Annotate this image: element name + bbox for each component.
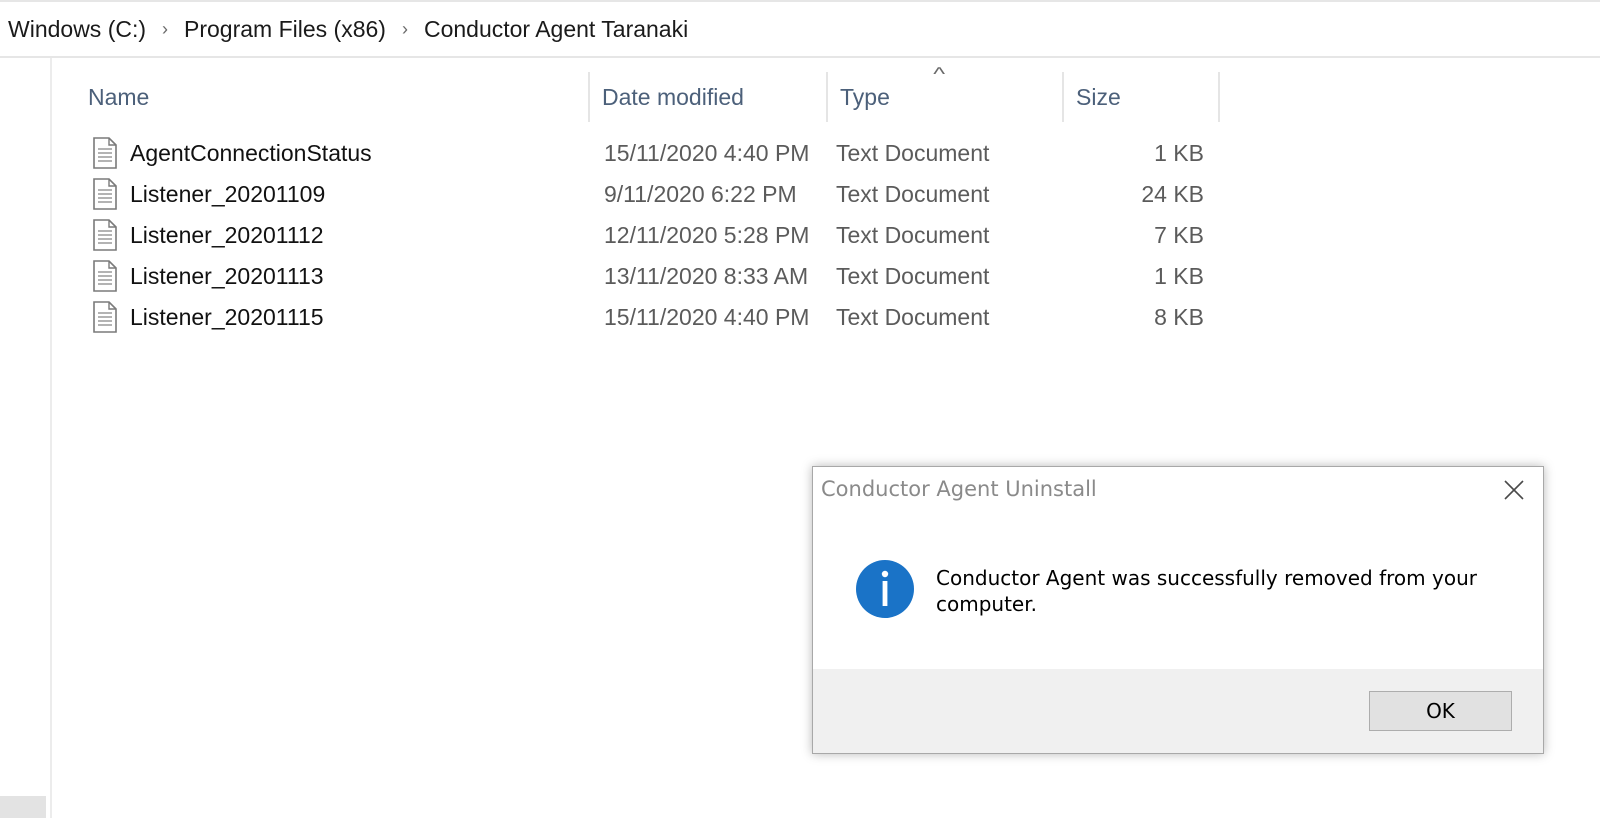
column-headers: Name Date modified Type Size xyxy=(0,72,1600,122)
breadcrumb-item-current-folder[interactable]: Conductor Agent Taranaki xyxy=(422,16,690,43)
uninstall-dialog: Conductor Agent Uninstall Conductor Agen… xyxy=(812,466,1544,754)
file-type: Text Document xyxy=(836,221,990,248)
file-row[interactable]: Listener_20201109 9/11/2020 6:22 PM Text… xyxy=(86,174,1216,214)
file-name: Listener_20201113 xyxy=(130,262,324,289)
column-header-size[interactable]: Size xyxy=(1064,72,1218,122)
column-header-size-label: Size xyxy=(1076,83,1121,110)
file-date-modified: 9/11/2020 6:22 PM xyxy=(604,180,797,207)
file-row[interactable]: Listener_20201112 12/11/2020 5:28 PM Tex… xyxy=(86,215,1216,255)
navigation-pane xyxy=(0,58,52,818)
dialog-close-button[interactable] xyxy=(1485,467,1543,513)
file-size: 1 KB xyxy=(1154,139,1204,166)
file-date-modified: 13/11/2020 8:33 AM xyxy=(604,262,809,289)
dialog-title: Conductor Agent Uninstall xyxy=(821,477,1097,501)
chevron-right-icon[interactable]: › xyxy=(148,19,182,40)
breadcrumb-item-program-files[interactable]: Program Files (x86) xyxy=(182,16,388,43)
text-document-icon xyxy=(93,260,117,292)
text-document-icon xyxy=(93,301,117,333)
file-name: Listener_20201109 xyxy=(130,180,326,207)
close-icon xyxy=(1504,480,1524,500)
file-size: 24 KB xyxy=(1141,180,1204,207)
file-name: Listener_20201115 xyxy=(130,303,324,330)
ok-button-label: OK xyxy=(1426,699,1455,723)
dialog-message: Conductor Agent was successfully removed… xyxy=(936,566,1477,616)
dialog-body: Conductor Agent was successfully removed… xyxy=(813,513,1543,669)
file-date-modified: 15/11/2020 4:40 PM xyxy=(604,303,810,330)
file-size: 1 KB xyxy=(1154,262,1204,289)
column-header-date-label: Date modified xyxy=(602,83,744,110)
breadcrumb: Windows (C:) › Program Files (x86) › Con… xyxy=(0,0,1600,58)
breadcrumb-item-drive[interactable]: Windows (C:) xyxy=(6,16,148,43)
file-type: Text Document xyxy=(836,180,990,207)
text-document-icon xyxy=(93,178,117,210)
file-size: 8 KB xyxy=(1154,303,1204,330)
ok-button[interactable]: OK xyxy=(1369,691,1512,731)
file-name: Listener_20201112 xyxy=(130,221,324,248)
file-row[interactable]: Listener_20201115 15/11/2020 4:40 PM Tex… xyxy=(86,297,1216,337)
nav-scrollbar[interactable] xyxy=(0,796,46,818)
text-document-icon xyxy=(93,219,117,251)
sort-ascending-icon: ^ xyxy=(933,64,946,84)
text-document-icon xyxy=(93,137,117,169)
file-type: Text Document xyxy=(836,303,990,330)
column-header-type-label: Type xyxy=(840,83,890,110)
column-header-name-label: Name xyxy=(88,83,150,110)
file-size: 7 KB xyxy=(1154,221,1204,248)
file-date-modified: 15/11/2020 4:40 PM xyxy=(604,139,810,166)
file-row[interactable]: Listener_20201113 13/11/2020 8:33 AM Tex… xyxy=(86,256,1216,296)
file-name: AgentConnectionStatus xyxy=(130,139,372,166)
dialog-footer: OK xyxy=(813,669,1543,753)
file-row[interactable]: AgentConnectionStatus 15/11/2020 4:40 PM… xyxy=(86,133,1216,173)
column-divider[interactable] xyxy=(1218,72,1220,122)
file-type: Text Document xyxy=(836,262,990,289)
info-icon xyxy=(856,560,914,618)
column-header-name[interactable]: Name xyxy=(76,72,586,122)
file-type: Text Document xyxy=(836,139,990,166)
chevron-right-icon[interactable]: › xyxy=(388,19,422,40)
column-header-date-modified[interactable]: Date modified xyxy=(590,72,826,122)
file-date-modified: 12/11/2020 5:28 PM xyxy=(604,221,810,248)
